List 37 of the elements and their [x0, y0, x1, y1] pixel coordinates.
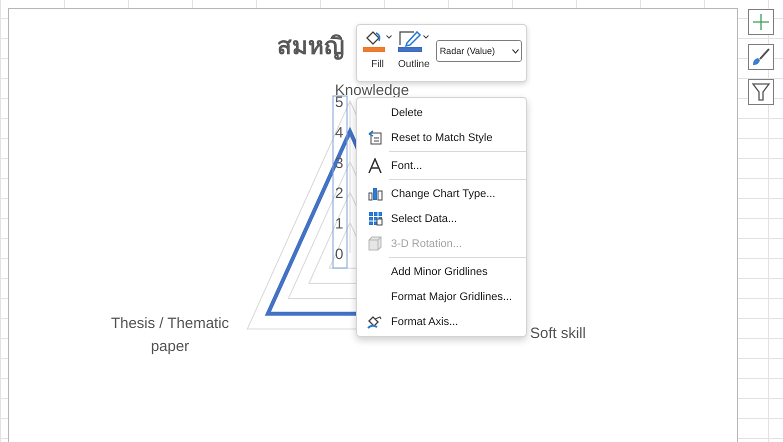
paint-bucket-icon[interactable]	[363, 29, 385, 53]
toolbar-button-label[interactable]: Outline	[398, 59, 430, 70]
plus-icon	[752, 13, 770, 31]
menu-item[interactable]: Delete	[357, 100, 526, 125]
chart-filters-button[interactable]	[748, 79, 774, 105]
axis-selection-frame[interactable]	[332, 96, 348, 268]
menu-item[interactable]: Select Data...	[357, 206, 526, 231]
menu-item[interactable]: Font...	[357, 153, 526, 178]
menu-item[interactable]: Reset to Match Style	[357, 125, 526, 150]
format-brush-icon	[367, 314, 383, 328]
cube-icon	[368, 236, 382, 251]
chart-element-dropdown[interactable]: Radar (Value)	[436, 40, 522, 62]
axis-tick-label: 0	[335, 246, 344, 263]
axis-tick-label: 2	[335, 185, 344, 202]
axis-tick-label: 4	[335, 124, 344, 142]
brush-icon	[751, 47, 771, 67]
add-chart-element-button[interactable]	[748, 9, 774, 35]
menu-item[interactable]: Change Chart Type...	[357, 181, 526, 206]
bar-chart-icon	[368, 186, 382, 201]
reset-style-icon	[368, 130, 382, 145]
filter-icon	[751, 82, 771, 102]
caret-icon	[512, 48, 519, 54]
chart-title: สมหญิ	[277, 33, 344, 60]
caret-icon[interactable]	[386, 35, 392, 39]
outline-pen-icon[interactable]	[398, 29, 422, 53]
menu-item[interactable]: Add Minor Gridlines	[357, 259, 526, 284]
category-label: Thesis / Thematic paper	[110, 315, 230, 355]
axis-tick-label: 1	[335, 216, 344, 233]
chart-styles-button[interactable]	[748, 44, 774, 70]
table-icon	[368, 211, 382, 226]
category-label: Soft skill	[530, 325, 586, 342]
toolbar-button-label[interactable]: Fill	[371, 59, 384, 70]
menu-item[interactable]: Format Axis...	[357, 309, 526, 334]
menu-item[interactable]: Format Major Gridlines...	[357, 284, 526, 309]
axis-tick-label: 5	[335, 94, 344, 111]
font-icon	[368, 158, 382, 174]
caret-icon[interactable]	[423, 35, 430, 39]
